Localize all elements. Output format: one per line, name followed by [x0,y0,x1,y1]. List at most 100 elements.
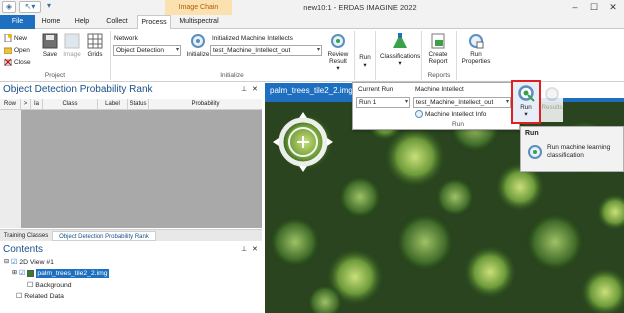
maximize-icon[interactable]: ☐ [585,2,603,13]
app-icon[interactable]: ◈ [2,1,16,13]
pointer-tool-icon[interactable]: ↖▾ [19,1,41,13]
column-header-arrow[interactable]: > [21,99,31,110]
column-header-status[interactable]: Status [128,99,149,110]
chevron-down-icon: ▾ [524,111,528,118]
save-label: Save [42,51,58,58]
save-button[interactable]: Save [40,33,60,58]
tree-item-2d-view[interactable]: ⊟ ☑ 2D View #1 [4,258,54,267]
run-properties-icon [469,34,484,49]
run-properties-button[interactable]: Run Properties [458,33,494,65]
column-header-row[interactable]: Row [0,99,21,110]
tree-label-related-data: Related Data [24,293,64,300]
open-label: Open [14,46,30,54]
open-folder-icon [4,47,12,54]
run-ribbon-label[interactable]: Run [357,54,373,61]
close-icon[interactable]: ✕ [252,85,258,93]
tab-multispectral[interactable]: Multispectral [176,15,222,29]
new-button[interactable]: New [4,34,27,42]
viewer-tab[interactable]: palm_trees_tile2_2.img [265,83,355,98]
raster-layer-icon [27,270,35,277]
initialized-intellects-label: Initialized Machine Intellects [212,35,293,42]
initialize-group-label: Initialize [220,72,244,79]
tree-label-background: Background [35,282,72,289]
create-report-label: Create Report [428,51,448,65]
contents-panel-title: Contents [0,243,262,256]
initialize-gear-icon [191,34,205,48]
close-project-icon [4,58,12,66]
machine-intellect-info-label: Machine Intellect Info [425,110,487,118]
pin-icon[interactable]: ⊥ [241,245,247,253]
classifications-icon [393,33,407,48]
tree-item-background[interactable]: ☐ Background [27,281,72,290]
review-result-button[interactable]: Review Result ▾ [325,33,351,72]
machine-intellect-info-button[interactable]: Machine Intellect Info [415,110,486,118]
close-project-button[interactable]: Close [4,58,31,66]
column-header-probability[interactable]: Probability [149,99,262,110]
image-icon [64,33,80,49]
run-button[interactable]: Run ▾ [511,80,541,124]
checkbox-checked-icon[interactable]: ☑ [11,258,17,267]
expand-icon[interactable]: ⊞ [12,269,17,278]
run-gear-icon [518,85,535,102]
image-button[interactable]: Image [62,33,82,58]
image-chain-context-header: Image Chain [165,0,232,15]
reports-group-label: Reports [427,72,451,79]
tab-home[interactable]: Home [38,15,64,29]
chevron-down-icon: ▾ [404,99,408,105]
tab-training-classes[interactable]: Training Classes [2,231,50,241]
save-icon [42,33,58,49]
grids-label: Grids [87,51,103,58]
qat-dropdown-icon[interactable]: ▾ [44,1,54,13]
network-value: Object Detection [116,47,165,54]
network-select[interactable]: Object Detection ▾ [113,45,181,56]
run-dropdown-panel: Current Run Run 1 ▾ Machine Intellect te… [352,82,520,130]
close-icon[interactable]: ✕ [604,2,622,13]
tree-item-layer[interactable]: ⊞ ☑ palm_trees_tile2_2.img [12,269,109,278]
pin-icon[interactable]: ⊥ [241,85,247,93]
initialized-intellects-value: test_Machine_Intellect_out [213,47,291,54]
column-header-label[interactable]: Label [98,99,128,110]
checkbox-unchecked-icon[interactable]: ☐ [27,281,33,290]
chevron-down-icon: ▾ [505,99,509,105]
minimize-icon[interactable]: – [566,2,584,13]
tab-object-detection-probability-rank[interactable]: Object Detection Probability Rank [52,231,156,241]
machine-intellect-select[interactable]: test_Machine_Intellect_out ▾ [413,97,511,108]
run-tooltip: Run Run machine learning classification [520,126,624,172]
probability-rank-panel-title: Object Detection Probability Rank [0,83,262,97]
machine-intellect-label: Machine Intellect [415,86,464,93]
checkbox-checked-icon[interactable]: ☑ [19,269,25,278]
column-header-ia[interactable]: Ia [31,99,43,110]
tree-item-related-data[interactable]: ☐ Related Data [16,292,64,301]
ribbon-separator [354,31,355,80]
network-label: Network [114,35,138,42]
tab-process[interactable]: Process [137,15,171,30]
classifications-button[interactable]: Classifications ▾ [380,33,420,67]
left-panel-tab-strip: Training Classes Object Detection Probab… [0,229,262,241]
initialize-label: Initialize [186,51,210,58]
grids-button[interactable]: Grids [85,33,105,58]
open-button[interactable]: Open [4,46,30,54]
run-ml-icon [528,145,542,159]
create-report-button[interactable]: Create Report [424,33,452,65]
ribbon-separator [375,31,376,80]
machine-intellect-value: test_Machine_Intellect_out [416,99,494,106]
image-label: Image [63,51,81,58]
results-button[interactable]: Results [541,82,563,122]
chevron-down-icon: ▾ [336,65,340,72]
close-icon[interactable]: ✕ [252,245,258,253]
column-header-class[interactable]: Class [43,99,98,110]
chevron-down-icon: ▾ [363,62,367,69]
current-run-select[interactable]: Run 1 ▾ [356,97,410,108]
tab-help[interactable]: Help [70,15,94,29]
chevron-down-icon: ▾ [175,47,179,53]
tree-label-2d-view: 2D View #1 [19,259,54,266]
probability-table-header: Row > Ia Class Label Status Probability [0,99,262,110]
collapse-icon[interactable]: ⊟ [4,258,9,267]
initialized-intellects-select[interactable]: test_Machine_Intellect_out ▾ [210,45,322,56]
new-icon [4,34,12,42]
window-title: new10:1 - ERDAS IMAGINE 2022 [303,3,417,12]
tab-file[interactable]: File [0,15,35,29]
tab-collect[interactable]: Collect [100,15,134,29]
checkbox-unchecked-icon[interactable]: ☐ [16,292,22,301]
initialize-button[interactable]: Initialize [185,33,211,58]
